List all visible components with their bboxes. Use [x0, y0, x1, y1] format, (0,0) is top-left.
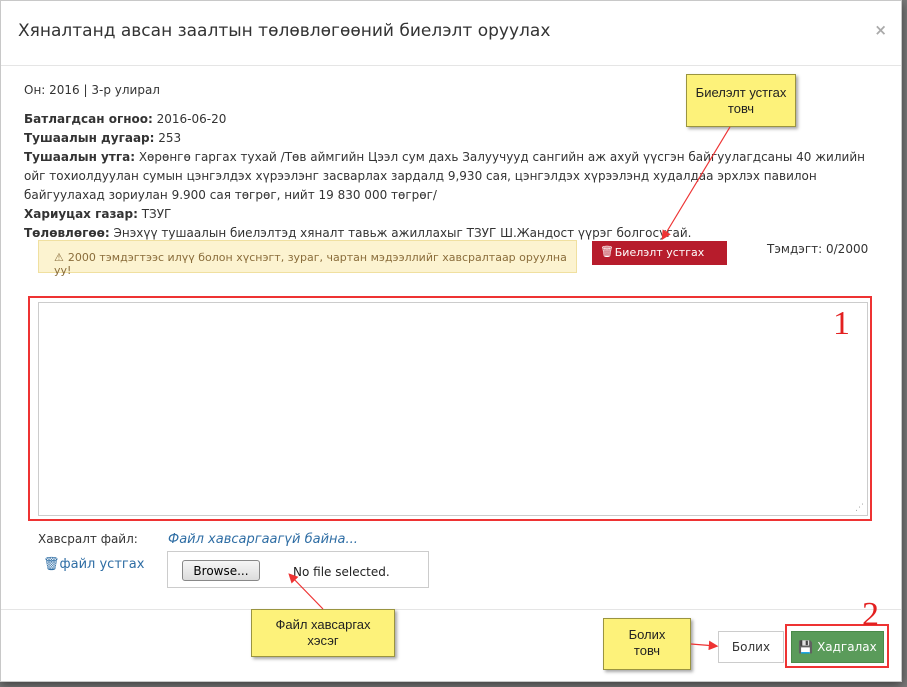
delete-progress-button[interactable]: 🗑 Биелэлт устгах [592, 241, 727, 265]
delete-progress-label: Биелэлт устгах [614, 246, 705, 259]
browse-button[interactable]: Browse... [182, 560, 260, 581]
delete-file-label: файл устгах [59, 557, 145, 572]
order-number-value: 253 [154, 131, 182, 145]
approved-date-value: 2016-06-20 [152, 112, 227, 126]
trash-icon: 🗑 [600, 245, 614, 258]
responsible-value: ТЗУГ [137, 207, 172, 221]
file-callout: Файл хавсаргах хэсэг [251, 609, 395, 657]
responsible-row: Хариуцах газар: ТЗУГ [24, 205, 884, 224]
warning-icon: ⚠ [54, 251, 64, 264]
annotation-marker-1: 1 [833, 305, 850, 342]
modal-header: Хяналтанд авсан заалтын төлөвлөгөөний би… [1, 1, 901, 66]
close-button[interactable]: × [874, 21, 887, 39]
warning-text: 2000 тэмдэгтээс илүү болон хүснэгт, зура… [54, 251, 567, 277]
plan-label: Төлөвлөгөө: [24, 226, 110, 240]
order-content-label: Тушаалын утга: [24, 150, 135, 164]
order-content-row: Тушаалын утга: Хөрөнгө гаргах тухай /Төв… [24, 148, 884, 205]
modal-title: Хяналтанд авсан заалтын төлөвлөгөөний би… [18, 21, 551, 41]
file-input: Browse... No file selected. [167, 551, 429, 588]
order-number-label: Тушаалын дугаар: [24, 131, 155, 145]
warning-alert: ⚠ 2000 тэмдэгтээс илүү болон хүснэгт, зур… [38, 240, 577, 277]
approved-date-label: Батлагдсан огноо: [24, 112, 153, 126]
annotation-box-1 [28, 296, 872, 521]
delete-callout: Биелэлт устгах товч [686, 74, 796, 127]
order-number-row: Тушаалын дугаар: 253 [24, 129, 884, 148]
attachment-label: Хавсралт файл: [38, 532, 138, 546]
cancel-button[interactable]: Болих [718, 631, 784, 663]
annotation-marker-2: 2 [862, 596, 879, 633]
character-counter: Тэмдэгт: 0/2000 [767, 242, 869, 256]
file-status-text: No file selected. [293, 565, 390, 579]
plan-value: Энэхүү тушаалын биелэлтэд хяналт тавьж а… [109, 226, 692, 240]
cancel-callout: Болих товч [603, 618, 691, 670]
order-content-value: Хөрөнгө гаргах тухай /Төв аймгийн Цээл с… [24, 150, 865, 202]
delete-file-link[interactable]: 🗑файл устгах [43, 557, 144, 572]
responsible-label: Хариуцах газар: [24, 207, 138, 221]
no-attachment-text: Файл хавсаргаагүй байна... [168, 532, 358, 547]
trash-icon: 🗑 [43, 557, 60, 572]
modal-footer-divider [1, 609, 901, 610]
